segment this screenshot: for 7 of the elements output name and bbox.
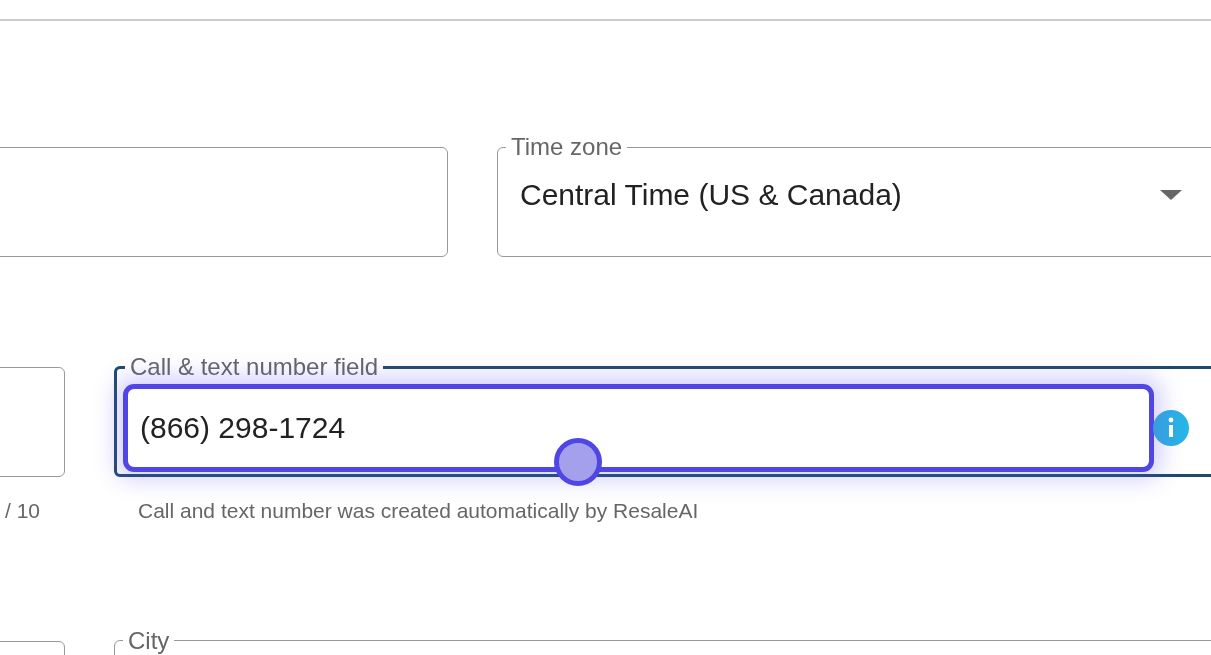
select-value: Central Time (US & Canada) bbox=[520, 177, 903, 213]
field-label: City bbox=[127, 626, 171, 655]
field-label: Time zone bbox=[510, 133, 624, 161]
helper-text: Call and text number was created automatically by ResaleAI bbox=[138, 498, 700, 524]
phone-field[interactable]: (866) 298-1724 bbox=[123, 384, 1154, 472]
field-label: Call & text number field bbox=[129, 353, 380, 381]
character-counter: / 10 bbox=[3, 498, 41, 524]
